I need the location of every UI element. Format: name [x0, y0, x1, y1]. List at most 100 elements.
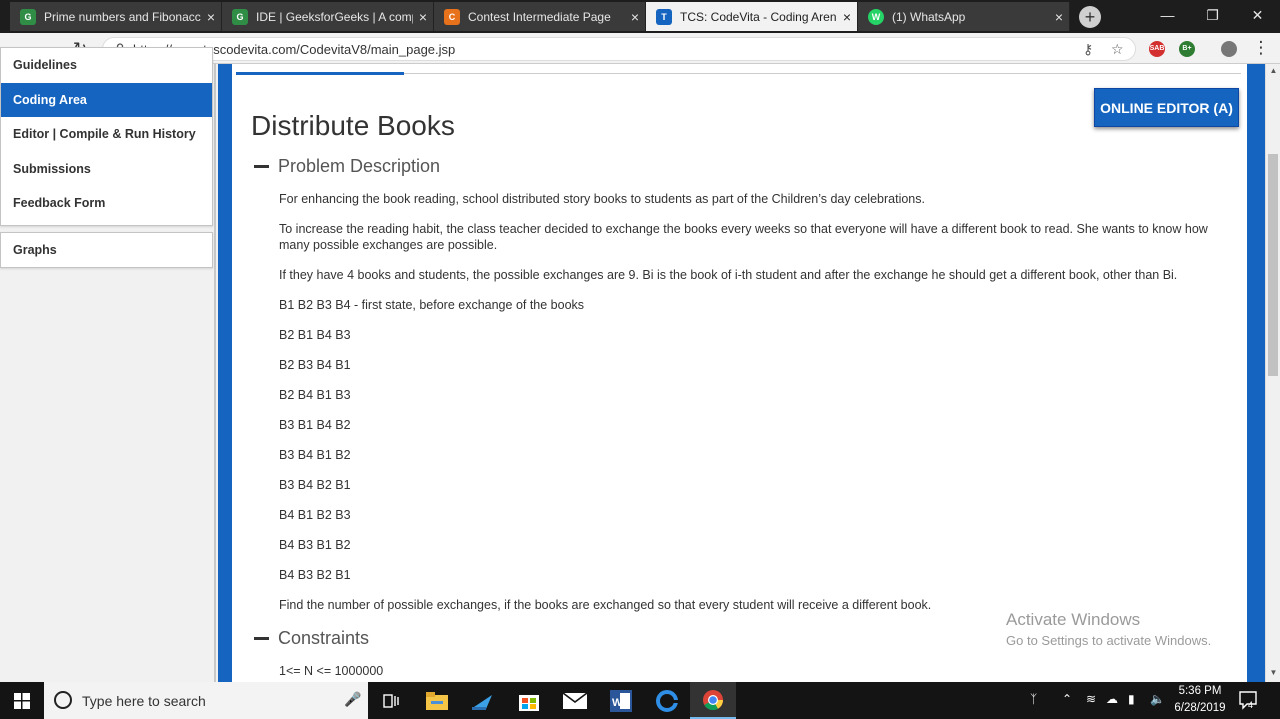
- action-center-icon[interactable]: 4: [1238, 690, 1258, 710]
- sidebar-menu: Guidelines Coding Area Editor | Compile …: [0, 47, 213, 226]
- problem-title: Distribute Books: [251, 110, 455, 141]
- exchange-line: B3 B4 B2 B1: [279, 478, 351, 492]
- start-button[interactable]: [0, 682, 44, 719]
- constraints-header[interactable]: Constraints: [254, 628, 369, 649]
- section-heading: Constraints: [278, 628, 370, 648]
- notification-count: 4: [1248, 700, 1253, 710]
- sidebar-item-editor-history[interactable]: Editor | Compile & Run History: [1, 117, 212, 152]
- app-icon: [472, 694, 492, 710]
- tab-title: Prime numbers and Fibonacci: [44, 9, 201, 24]
- battery-icon[interactable]: ▮: [1128, 692, 1135, 706]
- edge-icon: [656, 689, 678, 712]
- mail-icon: [563, 692, 587, 709]
- onedrive-cloud-icon[interactable]: ☁: [1106, 692, 1118, 706]
- tcs-favicon-icon: T: [656, 8, 672, 25]
- tab-contest-intermediate[interactable]: C Contest Intermediate Page ×: [434, 2, 646, 31]
- exchange-line: B4 B3 B2 B1: [279, 568, 351, 582]
- close-window-button[interactable]: ✕: [1235, 0, 1280, 30]
- problem-description-header[interactable]: Problem Description: [254, 156, 440, 177]
- sidebar-item-feedback-form[interactable]: Feedback Form: [1, 186, 212, 221]
- bookmark-star-icon[interactable]: ☆: [1111, 41, 1124, 58]
- scrollbar-thumb[interactable]: [1268, 154, 1278, 376]
- scroll-down-arrow-icon[interactable]: ▼: [1266, 668, 1280, 680]
- tab-title: Contest Intermediate Page: [468, 9, 611, 24]
- taskbar-search[interactable]: Type here to search 🎤: [44, 682, 368, 719]
- task-view-button[interactable]: [368, 682, 414, 719]
- tab-title: IDE | GeeksforGeeks | A compu: [256, 9, 413, 24]
- svg-text:W: W: [612, 697, 623, 709]
- sidebar: Guidelines Coding Area Editor | Compile …: [0, 47, 216, 682]
- sidebar-item-graphs[interactable]: Graphs: [1, 233, 212, 268]
- description-paragraph: B1 B2 B3 B4 - first state, before exchan…: [279, 298, 585, 312]
- constraint-line: 1<= N <= 1000000: [279, 664, 384, 678]
- tab-close-icon[interactable]: ×: [413, 9, 433, 25]
- geeksforgeeks-icon: G: [20, 8, 36, 25]
- tray-chevron-up-icon[interactable]: ⌃: [1062, 692, 1072, 706]
- minimize-button[interactable]: —: [1145, 0, 1190, 30]
- description-paragraph: To increase the reading habit, the class…: [279, 222, 1208, 252]
- tab-prime-numbers[interactable]: G Prime numbers and Fibonacci ×: [10, 2, 222, 31]
- active-tab-indicator: [236, 72, 404, 75]
- taskbar-word[interactable]: W: [598, 682, 644, 719]
- scroll-up-arrow-icon[interactable]: ▲: [1266, 66, 1280, 78]
- taskbar-store[interactable]: [506, 682, 552, 719]
- page-scrollbar[interactable]: ▲ ▼: [1265, 64, 1280, 682]
- tab-close-icon[interactable]: ×: [625, 9, 645, 25]
- exchange-line: B2 B4 B1 B3: [279, 388, 351, 402]
- browser-tab-strip: G Prime numbers and Fibonacci × G IDE | …: [0, 0, 1280, 33]
- extension-sab-icon[interactable]: SAB: [1149, 41, 1165, 57]
- tab-close-icon[interactable]: ×: [201, 9, 221, 25]
- tab-close-icon[interactable]: ×: [837, 9, 857, 25]
- sidebar-item-guidelines[interactable]: Guidelines: [1, 48, 212, 83]
- extension-bplus-icon[interactable]: B+: [1179, 41, 1195, 57]
- contest-favicon-icon: C: [444, 8, 460, 25]
- search-placeholder: Type here to search: [82, 693, 206, 709]
- cortana-ring-icon: [54, 691, 72, 709]
- profile-avatar-icon[interactable]: [1221, 41, 1237, 57]
- taskbar-app-arrow[interactable]: [460, 682, 506, 719]
- exchange-line: B3 B4 B1 B2: [279, 448, 351, 462]
- tab-whatsapp[interactable]: W (1) WhatsApp ×: [858, 2, 1070, 31]
- tab-ide-geeksforgeeks[interactable]: G IDE | GeeksforGeeks | A compu ×: [222, 2, 434, 31]
- exchange-line: B4 B1 B2 B3: [279, 508, 351, 522]
- collapse-minus-icon: [254, 165, 269, 168]
- windows-logo-icon: [14, 693, 30, 709]
- key-icon[interactable]: ⚷: [1083, 41, 1093, 58]
- word-icon: W: [610, 689, 632, 712]
- taskbar-mail[interactable]: [552, 682, 598, 719]
- taskbar-chrome[interactable]: [690, 682, 736, 719]
- whatsapp-icon: W: [868, 8, 884, 25]
- new-tab-button[interactable]: +: [1079, 6, 1101, 28]
- tab-close-icon[interactable]: ×: [1049, 9, 1069, 25]
- exchange-line: B2 B3 B4 B1: [279, 358, 351, 372]
- exchange-line: B2 B1 B4 B3: [279, 328, 351, 342]
- people-icon[interactable]: ᛉ: [1030, 692, 1037, 706]
- sidebar-menu-secondary: Graphs: [0, 232, 213, 268]
- exchange-line: B3 B1 B4 B2: [279, 418, 351, 432]
- restore-button[interactable]: ❐: [1190, 0, 1235, 30]
- taskbar-file-explorer[interactable]: [414, 682, 460, 719]
- tab-title: (1) WhatsApp: [892, 9, 966, 24]
- clock-time[interactable]: 5:36 PM: [1172, 685, 1228, 697]
- sidebar-item-submissions[interactable]: Submissions: [1, 152, 212, 187]
- windows-taskbar: Type here to search 🎤 W ᛉ ⌃ ≋ ☁ ▮ 🔈 5:36…: [0, 682, 1280, 719]
- tab-tcs-codevita[interactable]: T TCS: CodeVita - Coding Arena ×: [646, 2, 858, 31]
- geeksforgeeks-icon: G: [232, 8, 248, 25]
- activate-windows-subtext: Go to Settings to activate Windows.: [1006, 633, 1212, 648]
- volume-icon[interactable]: 🔈: [1150, 692, 1165, 706]
- address-bar[interactable]: https://www.tcscodevita.com/CodevitaV8/m…: [102, 37, 1136, 61]
- clock-date[interactable]: 6/28/2019: [1172, 702, 1228, 714]
- description-paragraph: If they have 4 books and students, the p…: [279, 268, 1178, 282]
- microphone-icon[interactable]: 🎤: [344, 691, 361, 708]
- online-editor-button[interactable]: ONLINE EDITOR (A): [1094, 88, 1239, 127]
- sidebar-item-coding-area[interactable]: Coding Area: [1, 82, 212, 117]
- collapse-minus-icon: [254, 637, 269, 640]
- wifi-icon[interactable]: ≋: [1086, 692, 1096, 706]
- section-heading: Problem Description: [278, 156, 441, 176]
- activate-windows-watermark: Activate Windows: [1006, 610, 1141, 629]
- taskbar-edge[interactable]: [644, 682, 690, 719]
- store-bag-icon: [519, 694, 539, 711]
- tab-title: TCS: CodeVita - Coding Arena: [680, 9, 837, 24]
- menu-kebab-icon[interactable]: ⋮: [1250, 37, 1272, 59]
- file-explorer-icon: [426, 691, 448, 710]
